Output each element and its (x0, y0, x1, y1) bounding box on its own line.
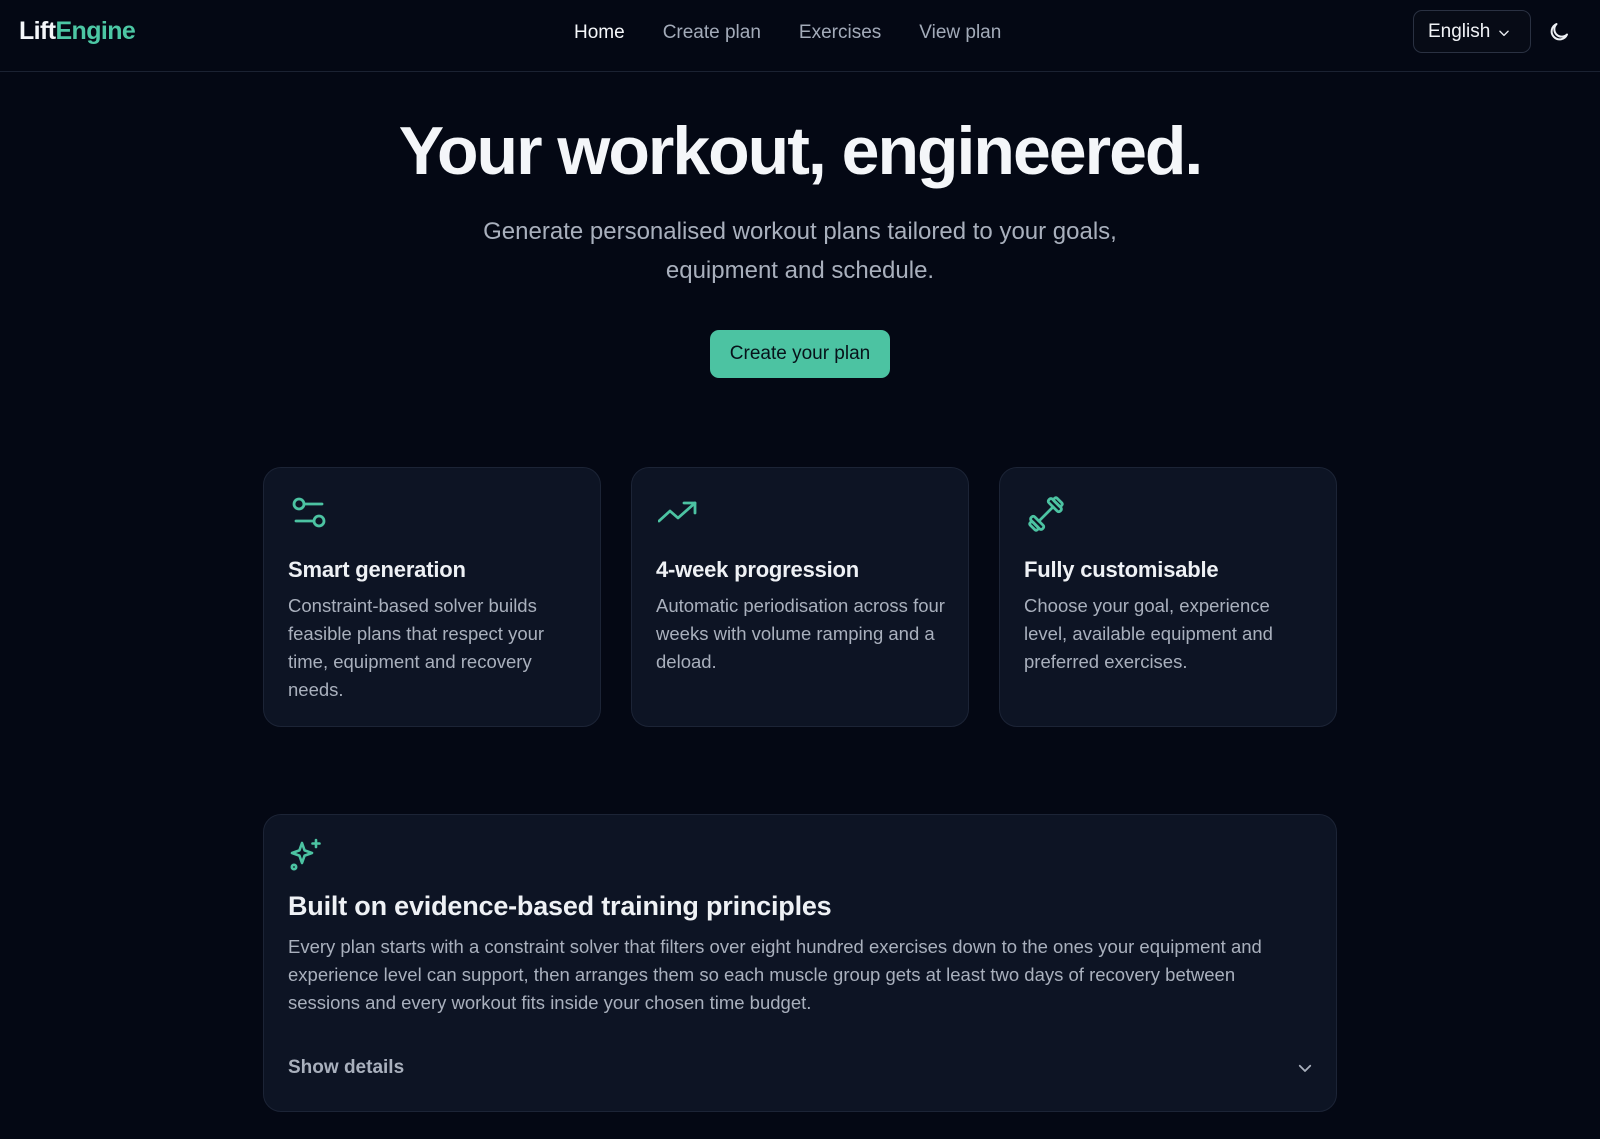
sparkles-icon (290, 838, 321, 871)
nav-home[interactable]: Home (555, 19, 644, 47)
create-your-plan-button[interactable]: Create your plan (710, 330, 890, 378)
logo-text-engine: Engine (55, 17, 136, 45)
sliders-icon (292, 497, 326, 528)
feature-card-smart-generation: Smart generation Constraint-based solver… (263, 467, 601, 727)
principles-card: Built on evidence-based training princip… (263, 814, 1337, 1112)
main-nav: Home Create plan Exercises View plan (555, 19, 1020, 47)
principles-body: Every plan starts with a constraint solv… (288, 936, 1262, 1013)
feature-title: 4-week progression (656, 557, 860, 582)
nav-view-plan[interactable]: View plan (900, 19, 1020, 47)
moon-icon (1550, 23, 1568, 41)
feature-description: Choose your goal, experience level, avai… (1024, 595, 1273, 672)
hero-title: Your workout, engineered. (398, 113, 1204, 189)
feature-card-customisable: Fully customisable Choose your goal, exp… (999, 467, 1337, 727)
feature-title: Smart generation (288, 557, 466, 582)
principles-title: Built on evidence-based training princip… (288, 891, 832, 921)
show-details-label: Show details (288, 1057, 405, 1078)
show-details-toggle[interactable]: Show details (288, 1053, 1314, 1083)
logo[interactable]: LiftEngine (19, 17, 136, 46)
feature-description: Automatic periodisation across four week… (656, 595, 945, 672)
language-label: English (1428, 20, 1491, 42)
language-select[interactable]: English (1413, 10, 1531, 53)
theme-toggle-button[interactable] (1547, 20, 1571, 44)
feature-card-progression: 4-week progression Automatic periodisati… (631, 467, 969, 727)
nav-create-plan[interactable]: Create plan (644, 19, 780, 47)
hero-subtitle: Generate personalised workout plans tail… (483, 218, 1117, 284)
feature-description: Constraint-based solver builds feasible … (288, 595, 545, 700)
nav-exercises[interactable]: Exercises (780, 19, 900, 47)
trending-up-icon (658, 501, 697, 523)
logo-text-lift: Lift (19, 17, 56, 45)
feature-title: Fully customisable (1024, 557, 1219, 582)
chevron-down-icon (1499, 30, 1510, 36)
top-navbar: LiftEngine Home Create plan Exercises Vi… (0, 0, 1600, 72)
chevron-down-icon (1298, 1064, 1312, 1072)
dumbbell-icon (1028, 496, 1064, 532)
